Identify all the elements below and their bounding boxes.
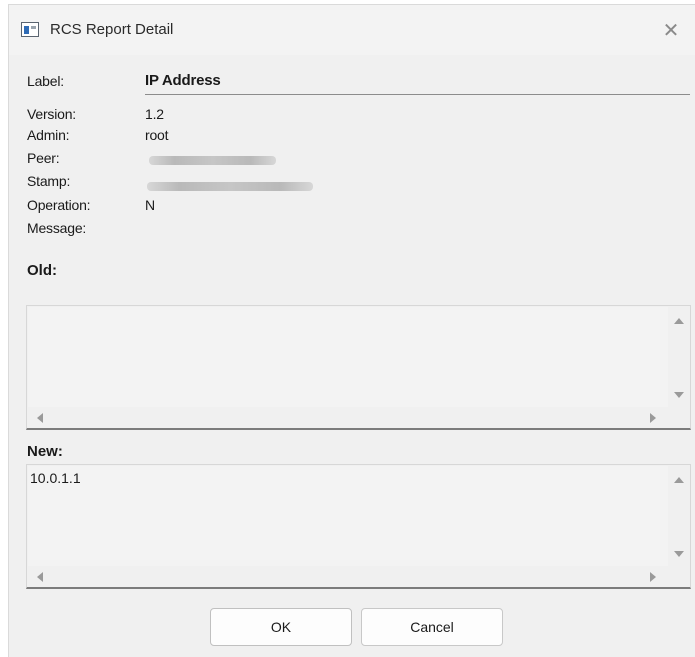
new-value-text[interactable]: 10.0.1.1 — [28, 466, 668, 566]
label-underline — [145, 94, 690, 95]
chevron-down-icon[interactable] — [674, 551, 684, 557]
chevron-right-icon[interactable] — [650, 413, 656, 423]
stamp-field-name: Stamp: — [27, 173, 71, 189]
chevron-down-icon[interactable] — [674, 392, 684, 398]
stamp-field-value-redacted — [147, 182, 313, 191]
operation-field-name: Operation: — [27, 197, 91, 213]
chevron-left-icon[interactable] — [37, 572, 43, 582]
new-section-title: New: — [27, 443, 63, 460]
version-field-value: 1.2 — [145, 106, 164, 122]
old-vertical-scrollbar[interactable] — [669, 306, 690, 408]
chevron-up-icon[interactable] — [674, 477, 684, 483]
new-value-textbox[interactable]: 10.0.1.1 — [26, 464, 691, 589]
old-section-title: Old: — [27, 262, 57, 279]
old-horizontal-scrollbar[interactable] — [27, 408, 669, 428]
operation-field-value: N — [145, 197, 155, 213]
cancel-button[interactable]: Cancel — [361, 608, 503, 646]
close-icon: ✕ — [662, 19, 680, 42]
admin-field-value: root — [145, 127, 169, 143]
title-bar[interactable]: RCS Report Detail ✕ — [9, 5, 695, 55]
window-title: RCS Report Detail — [50, 21, 174, 38]
report-detail-dialog: RCS Report Detail ✕ Label: IP Address Ve… — [8, 4, 695, 657]
ok-button[interactable]: OK — [210, 608, 352, 646]
label-field-name: Label: — [27, 73, 64, 89]
close-button[interactable]: ✕ — [647, 5, 695, 55]
label-field-value: IP Address — [145, 72, 221, 89]
peer-field-value-redacted — [149, 156, 276, 165]
peer-field-name: Peer: — [27, 150, 60, 166]
message-field-name: Message: — [27, 220, 87, 236]
chevron-right-icon[interactable] — [650, 572, 656, 582]
old-value-text[interactable] — [28, 307, 668, 407]
window-app-icon — [21, 22, 39, 37]
new-vertical-scrollbar[interactable] — [669, 465, 690, 567]
chevron-left-icon[interactable] — [37, 413, 43, 423]
chevron-up-icon[interactable] — [674, 318, 684, 324]
old-value-textbox[interactable] — [26, 305, 691, 430]
new-horizontal-scrollbar[interactable] — [27, 567, 669, 587]
version-field-name: Version: — [27, 106, 76, 122]
admin-field-name: Admin: — [27, 127, 70, 143]
